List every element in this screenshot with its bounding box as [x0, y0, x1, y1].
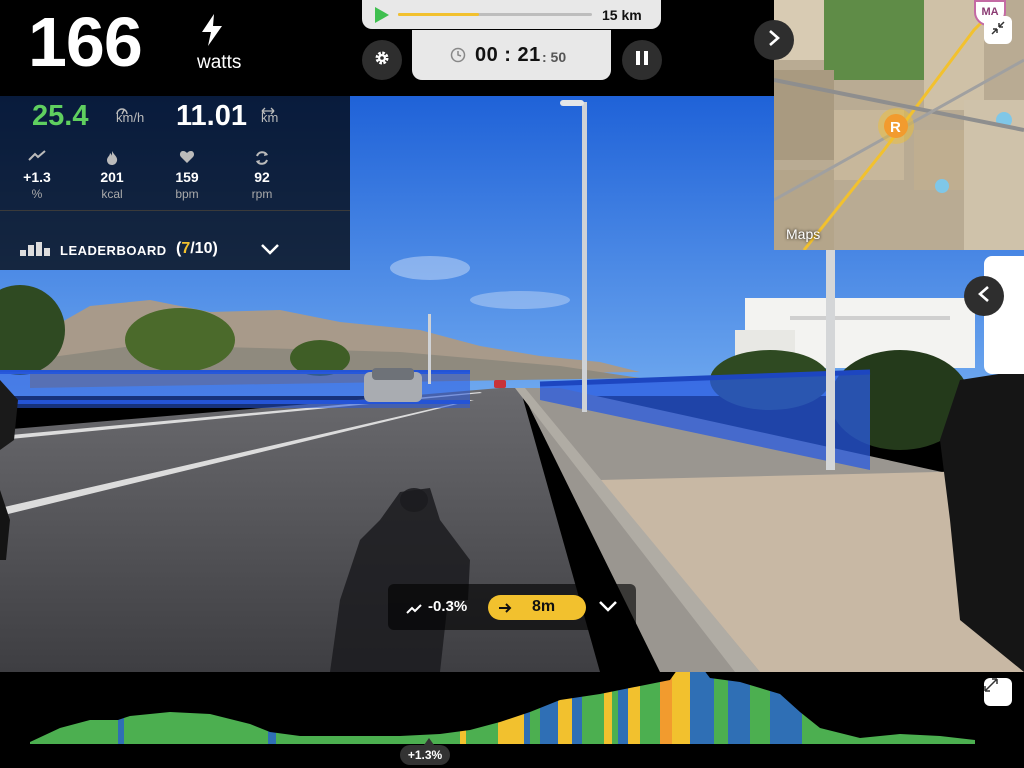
top-bar: 166 watts 15 km 00 : 21 : 50 [0, 0, 774, 96]
elevation-segment [802, 672, 820, 744]
next-segment-distance: 8m [532, 598, 556, 615]
elevation-segment [672, 672, 690, 744]
elevation-segment [750, 672, 770, 744]
map-expand-button[interactable] [984, 16, 1012, 44]
current-position-marker [424, 738, 434, 745]
power-unit: watts [197, 52, 242, 73]
metric-heart-rate-value: 159 [175, 169, 199, 185]
elevation-segment [466, 672, 498, 744]
metric-calories-value: 201 [100, 169, 124, 185]
stats-divider [0, 210, 350, 211]
pause-icon [635, 50, 649, 71]
elevation-segment [618, 672, 628, 744]
speed-unit: km/h [116, 110, 145, 125]
play-icon[interactable] [374, 6, 390, 29]
flame-icon [82, 150, 142, 166]
metric-heart-rate: 159 bpm [157, 150, 217, 201]
metric-cadence-value: 92 [254, 169, 270, 185]
slope-icon [7, 150, 67, 166]
distance-unit: km [261, 110, 279, 125]
elevation-segment [530, 672, 540, 744]
cycle-icon [232, 150, 292, 166]
elevation-segment [690, 672, 714, 744]
current-grade-label: +1.3% [400, 745, 450, 765]
pause-button[interactable] [622, 40, 662, 80]
elevation-segment [124, 672, 268, 744]
elevation-segment [770, 672, 802, 744]
distance-value: 11.01 [176, 100, 247, 132]
metric-slope-unit: % [31, 187, 43, 201]
leaderboard-rank: (7/10) [176, 240, 218, 258]
next-segment-pill: 8m [488, 595, 586, 620]
elevation-segment [714, 672, 728, 744]
elevation-profile[interactable]: +1.3% [0, 672, 1024, 768]
metric-heart-rate-unit: bpm [175, 187, 199, 201]
elevation-segment [524, 672, 530, 744]
leaderboard-rank-total: /10) [190, 240, 218, 257]
elevation-segment [268, 672, 276, 744]
gear-icon [373, 49, 391, 72]
route-total-distance: 15 km [602, 7, 642, 23]
metric-slope: +1.3 % [7, 150, 67, 201]
route-progress-track [398, 13, 592, 16]
stats-panel: 25.4 km/h 11.01 km +1.3 % 201 kcal 159 b… [0, 96, 350, 270]
elevation-segment [582, 672, 604, 744]
chevron-down-icon [260, 242, 280, 260]
elevation-segment [728, 672, 750, 744]
power-value: 166 [28, 3, 143, 81]
elevation-segment [460, 672, 466, 744]
map-attribution: Maps [786, 226, 821, 242]
side-panel-toggle-button[interactable] [964, 276, 1004, 316]
metric-cadence: 92 rpm [232, 150, 292, 201]
elevation-expand-button[interactable] [984, 678, 1012, 706]
arrow-right-icon [498, 601, 512, 619]
elevation-segment [628, 672, 640, 744]
elevation-chart [30, 672, 975, 744]
timer-panel: 00 : 21 : 50 [412, 30, 611, 80]
elevation-segment [30, 672, 118, 744]
elevation-segment [118, 672, 124, 744]
timer-elapsed: 00 : 21 [475, 44, 541, 66]
elevation-segment [604, 672, 612, 744]
upcoming-slope-value: -0.3% [428, 598, 468, 615]
leaderboard-rank-current: 7 [181, 240, 191, 257]
slope-icon [406, 601, 422, 619]
chevron-left-icon [978, 285, 990, 308]
metric-cadence-unit: rpm [251, 187, 273, 201]
elevation-segment [660, 672, 672, 744]
speed-value: 25.4 [32, 100, 89, 132]
route-progress-panel: 15 km [362, 0, 661, 29]
elevation-segment [572, 672, 582, 744]
lightning-icon [200, 14, 224, 46]
elevation-segment [640, 672, 660, 744]
metric-slope-value: +1.3 [23, 169, 51, 185]
upcoming-slope-panel[interactable]: -0.3% 8m [388, 584, 636, 630]
route-progress-fill [398, 13, 480, 16]
elevation-segment [612, 672, 618, 744]
clock-icon [450, 47, 466, 68]
leaderboard-icon [20, 242, 50, 261]
metric-calories: 201 kcal [82, 150, 142, 201]
settings-button[interactable] [362, 40, 402, 80]
elevation-segment [558, 672, 572, 744]
map-next-button[interactable] [754, 20, 794, 60]
elevation-segment [820, 672, 975, 744]
timer-seconds: : 50 [542, 49, 567, 65]
elevation-segment [276, 672, 460, 744]
svg-text:R: R [890, 119, 901, 136]
elevation-segment [540, 672, 558, 744]
leaderboard-label: LEADERBOARD [60, 243, 167, 258]
heart-icon [157, 150, 217, 166]
chevron-right-icon [768, 29, 780, 52]
metric-calories-unit: kcal [101, 187, 123, 201]
collapse-icon [991, 20, 1005, 40]
chevron-down-icon [598, 599, 618, 617]
leaderboard-toggle[interactable]: LEADERBOARD (7/10) [0, 228, 300, 272]
elevation-segment [498, 672, 524, 744]
